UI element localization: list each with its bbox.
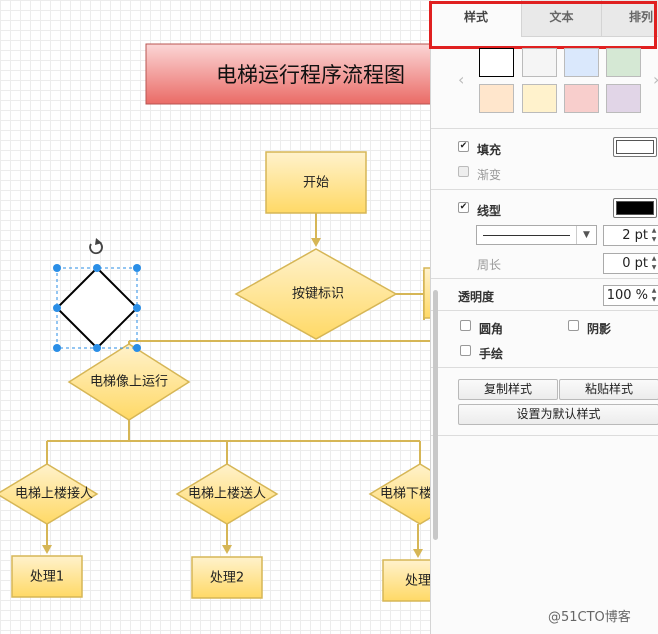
- tab-style[interactable]: 样式: [431, 0, 521, 37]
- perimeter-label: 周长: [477, 258, 502, 272]
- resize-handle-sw[interactable]: [53, 344, 61, 352]
- diagram-canvas[interactable]: 电梯运行程序流程图 开始 按键标识 电梯像上运行 电梯上楼接人 电梯上楼送人 电…: [0, 0, 430, 634]
- diagram-title: 电梯运行程序流程图: [216, 63, 405, 87]
- fill-color-swatch: [616, 140, 654, 154]
- stepper-icon[interactable]: ▲ ▼: [650, 254, 658, 273]
- resize-handle-w[interactable]: [53, 304, 61, 312]
- swatch-7[interactable]: [606, 84, 641, 113]
- process3-label: 处理: [405, 574, 430, 589]
- elevator-up-decision[interactable]: 电梯像上运行: [67, 343, 191, 421]
- start-label: 开始: [303, 176, 329, 191]
- swatch-0[interactable]: [479, 48, 514, 77]
- copy-style-button[interactable]: 复制样式: [458, 379, 558, 400]
- line-label: 线型: [477, 204, 502, 218]
- opacity-label: 透明度: [458, 290, 495, 304]
- title-banner[interactable]: 电梯运行程序流程图: [145, 43, 430, 105]
- down-pickup-decision[interactable]: 电梯下楼: [368, 463, 430, 525]
- resize-handle-se[interactable]: [133, 344, 141, 352]
- divider: [431, 367, 658, 368]
- swatch-5[interactable]: [522, 84, 557, 113]
- panel-tabs: 样式 文本 排列: [431, 0, 658, 37]
- key-flag-label: 按键标识: [292, 287, 344, 302]
- tab-text[interactable]: 文本: [521, 0, 601, 37]
- selected-diamond[interactable]: [53, 238, 141, 352]
- resize-handle-nw[interactable]: [53, 264, 61, 272]
- rounded-label: 圆角: [479, 322, 504, 336]
- perimeter-value: 0 pt: [622, 256, 648, 271]
- swatch-3[interactable]: [606, 48, 641, 77]
- up-dropoff-decision[interactable]: 电梯上楼送人: [175, 463, 279, 525]
- line-color-picker[interactable]: [613, 198, 657, 218]
- divider: [431, 128, 658, 129]
- line-color-swatch: [616, 201, 654, 215]
- swatch-1[interactable]: [522, 48, 557, 77]
- line-width-value: 2 pt: [622, 228, 648, 243]
- gradient-label: 渐变: [477, 168, 502, 182]
- sketch-label: 手绘: [479, 347, 504, 361]
- opacity-input[interactable]: 100 % ▲ ▼: [603, 285, 658, 306]
- divider: [431, 278, 658, 279]
- stepper-icon[interactable]: ▲ ▼: [650, 226, 658, 245]
- set-default-style-button[interactable]: 设置为默认样式: [458, 404, 658, 425]
- watermark: @51CTO博客: [548, 610, 631, 625]
- panel-scrollbar[interactable]: [433, 290, 438, 540]
- resize-handle-e[interactable]: [133, 304, 141, 312]
- paste-style-button[interactable]: 粘贴样式: [559, 379, 658, 400]
- stepper-icon[interactable]: ▲ ▼: [650, 286, 658, 305]
- down-pickup-label: 电梯下楼: [380, 487, 430, 502]
- chevron-left-icon[interactable]: ‹: [458, 70, 464, 89]
- process3-node[interactable]: 处理: [382, 559, 430, 602]
- line-pattern-preview: [483, 235, 570, 236]
- key-flag-decision[interactable]: 按键标识: [234, 248, 398, 340]
- divider: [431, 189, 658, 190]
- perimeter-input[interactable]: 0 pt ▲ ▼: [603, 253, 658, 274]
- swatch-6[interactable]: [564, 84, 599, 113]
- start-node[interactable]: 开始: [265, 151, 367, 214]
- line-checkbox[interactable]: ✔: [458, 202, 469, 213]
- line-width-input[interactable]: 2 pt ▲ ▼: [603, 225, 658, 246]
- shadow-checkbox[interactable]: [568, 320, 579, 331]
- format-panel: 样式 文本 排列 ‹ › ✔ 填充 渐变 ✔ 线型 ▼ 2 pt ▲▼ 周长 0…: [429, 0, 658, 634]
- process2-label: 处理2: [210, 571, 244, 586]
- divider: [431, 310, 658, 311]
- shadow-label: 阴影: [587, 322, 612, 336]
- opacity-value: 100 %: [606, 288, 648, 303]
- rotate-handle-icon[interactable]: [89, 238, 103, 255]
- up-pickup-decision[interactable]: 电梯上楼接人: [0, 463, 99, 525]
- swatch-2[interactable]: [564, 48, 599, 77]
- style-swatches: ‹ ›: [431, 44, 658, 128]
- resize-handle-n[interactable]: [93, 264, 101, 272]
- up-dropoff-label: 电梯上楼送人: [188, 487, 266, 502]
- chevron-down-icon[interactable]: ▼: [576, 226, 596, 244]
- elevator-up-label: 电梯像上运行: [90, 375, 168, 390]
- process1-label: 处理1: [30, 570, 64, 585]
- chevron-right-icon[interactable]: ›: [653, 70, 658, 89]
- sketch-checkbox[interactable]: [460, 345, 471, 356]
- divider: [431, 435, 658, 436]
- rounded-checkbox[interactable]: [460, 320, 471, 331]
- fill-color-picker[interactable]: [613, 137, 657, 157]
- up-pickup-label: 电梯上楼接人: [15, 486, 93, 502]
- tab-arrange[interactable]: 排列: [601, 0, 658, 37]
- resize-handle-s[interactable]: [93, 344, 101, 352]
- line-pattern-select[interactable]: ▼: [476, 225, 597, 245]
- swatch-4[interactable]: [479, 84, 514, 113]
- fill-label: 填充: [477, 143, 502, 157]
- gradient-checkbox[interactable]: [458, 166, 469, 177]
- fill-checkbox[interactable]: ✔: [458, 141, 469, 152]
- resize-handle-ne[interactable]: [133, 264, 141, 272]
- process1-node[interactable]: 处理1: [11, 555, 83, 598]
- process2-node[interactable]: 处理2: [191, 556, 263, 599]
- diamond-shape: [55, 266, 139, 350]
